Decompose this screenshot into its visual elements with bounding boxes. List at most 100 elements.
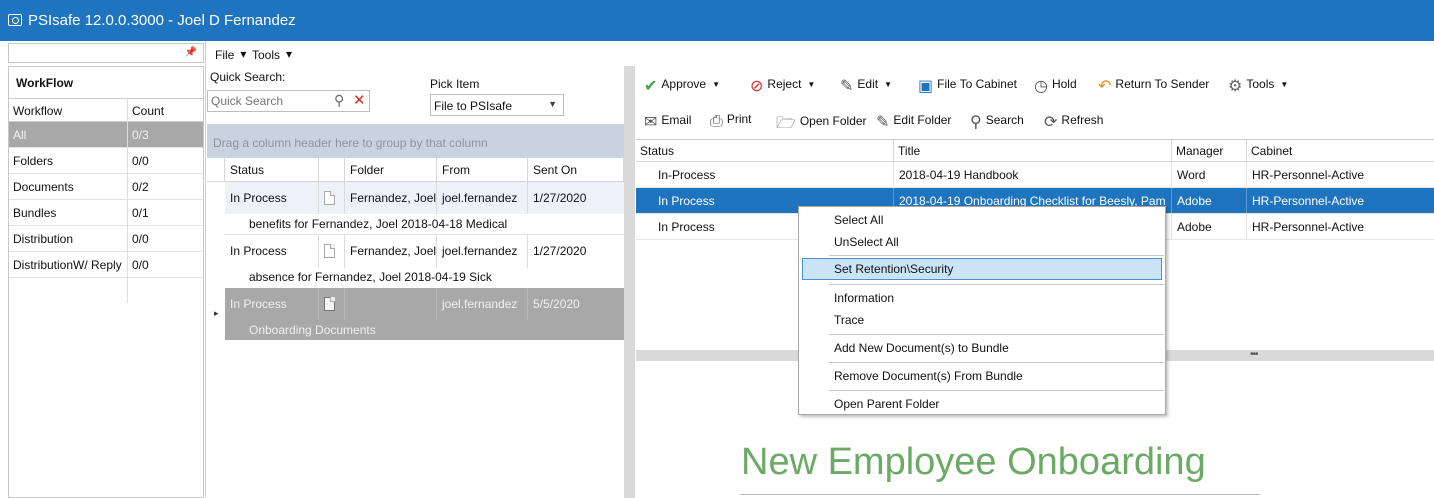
hold-label: Hold [1051, 77, 1077, 91]
menu-separator [829, 362, 1164, 363]
pick-item-label: Pick Item [430, 77, 480, 91]
menu-item-unselect-all[interactable]: UnSelect All [802, 231, 1162, 253]
row-folder: Fernandez, Joel [350, 191, 437, 205]
workflow-row-distribution[interactable]: Distribution 0/0 [9, 226, 203, 252]
menu-item-remove-from-bundle[interactable]: Remove Document(s) From Bundle [802, 365, 1162, 387]
workflow-row-name: Distribution [13, 232, 74, 246]
workflow-row-count: 0/1 [132, 206, 149, 220]
clock-icon: ◷ [1034, 78, 1048, 95]
quick-search-input[interactable] [208, 91, 328, 111]
manager-column-header[interactable]: Manager [1172, 140, 1247, 162]
group-by-bar[interactable]: Drag a column header here to group by th… [207, 124, 624, 158]
table-row[interactable]: In Process joel.fernandez 5/5/2020 [225, 288, 624, 320]
edit-button[interactable]: ✎ Edit ▼ [840, 76, 892, 96]
table-row[interactable]: In Process Fernandez, Joel joel.fernande… [225, 182, 624, 214]
file-to-cabinet-label: File To Cabinet [937, 77, 1017, 91]
menu-item-open-parent-folder[interactable]: Open Parent Folder [802, 393, 1162, 415]
tools-button[interactable]: ⚙ Tools ▼ [1228, 76, 1288, 96]
menu-separator [829, 284, 1164, 285]
menu-file[interactable]: File ▾ [215, 47, 246, 62]
menu-item-label: Select All [834, 213, 884, 227]
row-detail-text: benefits for Fernandez, Joel 2018-04-18 … [249, 217, 508, 231]
count-column-header[interactable]: Count [132, 104, 164, 118]
edit-folder-label: Edit Folder [893, 113, 952, 127]
status-column-header[interactable]: Status [225, 158, 319, 182]
table-row[interactable]: In-Process 2018-04-19 Handbook Word HR-P… [636, 162, 1434, 188]
print-button[interactable]: ⎙ Print [710, 112, 752, 131]
reject-icon: ⊘ [750, 78, 764, 95]
workflow-row-name: Bundles [13, 206, 57, 220]
workflow-column-header[interactable]: Workflow [13, 104, 62, 118]
manager-header-label: Manager [1176, 144, 1224, 158]
workflow-row-folders[interactable]: Folders 0/0 [9, 148, 203, 174]
workflow-row-name: DistributionW/ Reply [13, 258, 122, 272]
workflow-row-count: 0/0 [132, 258, 149, 272]
title-column-header[interactable]: Title [894, 140, 1172, 162]
vertical-splitter[interactable] [624, 66, 635, 498]
open-folder-button[interactable]: 🗁 Open Folder [776, 112, 867, 139]
workflow-panel: 📌 WorkFlow Workflow Count All 0/3 Folder… [0, 41, 206, 498]
document-icon [324, 191, 335, 205]
from-header-label: From [442, 163, 470, 177]
return-arrow-icon: ↶ [1098, 78, 1112, 95]
status-header-label: Status [230, 163, 265, 177]
workflow-row-all[interactable]: All 0/3 [9, 122, 203, 148]
workflow-items-grid: Drag a column header here to group by th… [207, 124, 624, 498]
menu-item-label: Set Retention\Security [834, 262, 954, 276]
folder-column-header[interactable]: Folder [345, 158, 437, 182]
row-status: In Process [230, 297, 287, 311]
row-folder: Fernandez, Joel [350, 244, 437, 258]
edit-folder-button[interactable]: ✎ Edit Folder [876, 112, 951, 132]
workflow-row-distribution-reply[interactable]: DistributionW/ Reply 0/0 [9, 252, 203, 278]
reject-button[interactable]: ⊘ Reject ▼ [750, 76, 815, 96]
return-to-sender-label: Return To Sender [1115, 77, 1210, 91]
row-detail: absence for Fernandez, Joel 2018-04-19 S… [225, 267, 624, 287]
status-header-label: Status [640, 144, 675, 158]
row-sent-on: 1/27/2020 [533, 244, 587, 258]
status-column-header[interactable]: Status [636, 140, 894, 162]
table-row[interactable]: In Process Fernandez, Joel joel.fernande… [225, 234, 624, 268]
approve-button[interactable]: ✔ Approve ▼ [644, 76, 720, 96]
pick-item-select[interactable]: File to PSIsafe ▼ [430, 94, 564, 116]
sent-on-column-header[interactable]: Sent On [528, 158, 624, 182]
chevron-down-icon: ▼ [807, 80, 816, 89]
search-icon[interactable]: ⚲ [334, 92, 344, 109]
sent-on-header-label: Sent On [533, 163, 578, 177]
menu-item-select-all[interactable]: Select All [802, 209, 1162, 231]
menu-tools[interactable]: Tools ▾ [252, 47, 292, 62]
file-to-cabinet-button[interactable]: ▣ File To Cabinet [918, 76, 1017, 96]
chevron-down-icon: ▼ [1280, 80, 1289, 89]
row-status: In-Process [658, 168, 716, 182]
menu-item-set-retention-security[interactable]: Set Retention\Security [802, 258, 1162, 280]
row-sent-on: 1/27/2020 [533, 191, 587, 205]
row-manager: Adobe [1177, 220, 1212, 234]
pin-icon[interactable]: 📌 [185, 47, 197, 58]
grip-dots-icon: ••• [1250, 349, 1258, 360]
cabinet-column-header[interactable]: Cabinet [1247, 140, 1434, 162]
menu-item-information[interactable]: Information [802, 287, 1162, 309]
column-divider [127, 98, 128, 303]
search-button[interactable]: ⚲ Search [970, 112, 1024, 132]
app-camera-icon [8, 14, 22, 26]
cabinet-header-label: Cabinet [1251, 144, 1293, 158]
workflow-row-documents[interactable]: Documents 0/2 [9, 174, 203, 200]
quick-search-box: ⚲ ✕ [207, 90, 370, 112]
row-detail-text: absence for Fernandez, Joel 2018-04-19 S… [249, 270, 492, 284]
open-folder-label: Open Folder [799, 114, 867, 128]
hold-button[interactable]: ◷ Hold [1034, 76, 1077, 96]
menu-item-label: Remove Document(s) From Bundle [834, 369, 1023, 383]
from-column-header[interactable]: From [437, 158, 528, 182]
menu-item-add-to-bundle[interactable]: Add New Document(s) to Bundle [802, 337, 1162, 359]
workflow-row-bundles[interactable]: Bundles 0/1 [9, 200, 203, 226]
refresh-button[interactable]: ⟳ Refresh [1044, 112, 1103, 132]
cabinet-icon: ▣ [918, 78, 934, 95]
menu-item-trace[interactable]: Trace [802, 309, 1162, 331]
preview-divider [740, 494, 1260, 495]
clear-icon[interactable]: ✕ [353, 91, 366, 109]
return-to-sender-button[interactable]: ↶ Return To Sender [1098, 76, 1209, 96]
type-column-header[interactable] [319, 158, 345, 182]
menu-separator [829, 255, 1164, 256]
action-toolbar: ✔ Approve ▼ ⊘ Reject ▼ ✎ Edit ▼ ▣ File To Cabin… [636, 67, 1434, 103]
email-button[interactable]: ✉ Email [644, 112, 691, 132]
menu-item-label: Add New Document(s) to Bundle [834, 341, 1009, 355]
